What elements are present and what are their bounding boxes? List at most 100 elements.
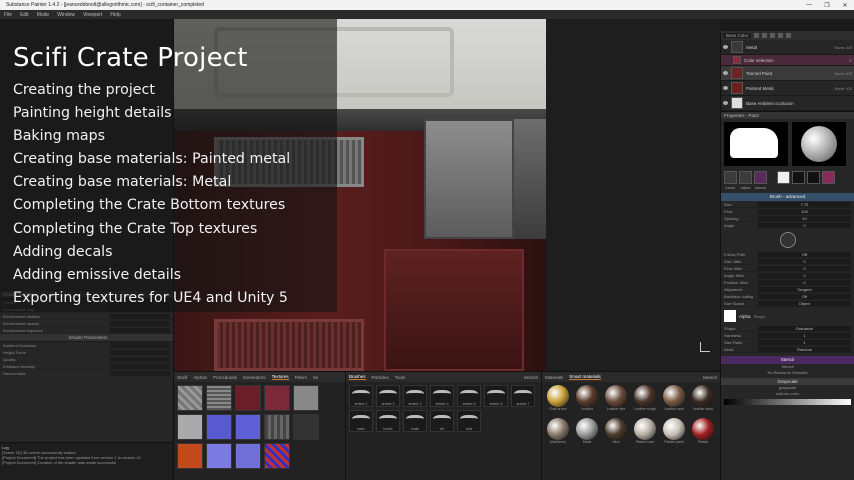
tab-alphas[interactable]: Alphas (193, 375, 207, 380)
tab-generators[interactable]: Generators (243, 375, 266, 380)
hardness-row[interactable]: Hardness 1 (721, 332, 854, 339)
grayscale-slider[interactable] (724, 399, 851, 405)
menu-window[interactable]: Window (57, 12, 75, 18)
brush-tile[interactable]: artistic 3 (403, 385, 427, 407)
follow-path-row[interactable]: Follow Path Off (721, 251, 854, 258)
layer-item[interactable]: Painted Metal Norm 100 (721, 81, 854, 96)
brush-angle-row[interactable]: Angle 0 (721, 222, 854, 229)
chapter-item[interactable]: Completing the Crate Top textures (13, 218, 333, 241)
alpha-slot-icon[interactable] (739, 170, 752, 184)
angle-dial[interactable] (721, 229, 854, 251)
tab-tools[interactable]: Tools (395, 375, 406, 380)
menu-help[interactable]: Help (110, 12, 120, 18)
menu-mode[interactable]: Mode (37, 12, 50, 18)
tab-shelf[interactable]: Shelf (177, 375, 187, 380)
material-tile[interactable]: Leather fine (603, 385, 629, 415)
eye-icon[interactable] (723, 71, 728, 75)
shader-parameters-header[interactable]: Shader Parameters (0, 334, 173, 342)
menu-file[interactable]: File (4, 12, 12, 18)
channel-slot-icon[interactable] (792, 170, 805, 184)
texture-tile[interactable] (264, 414, 290, 440)
texture-tile[interactable] (206, 414, 232, 440)
menu-viewport[interactable]: Viewport (83, 12, 102, 18)
material-tile[interactable]: Leather worn (690, 385, 716, 415)
brush-flow-row[interactable]: Flow 100 (721, 208, 854, 215)
chapter-item[interactable]: Creating the project (13, 79, 333, 102)
material-tile[interactable]: Machinery (545, 418, 571, 448)
brush-search-input[interactable]: Search (524, 375, 538, 380)
material-tile[interactable]: Leather seat (661, 385, 687, 415)
add-fill-layer-icon[interactable] (762, 33, 768, 38)
texture-tile[interactable] (293, 414, 319, 440)
material-tile[interactable]: Plastic (690, 418, 716, 448)
layer-item[interactable]: Base Ambient occlusion (721, 96, 854, 111)
alignment-row[interactable]: Alignment Tangent (721, 286, 854, 293)
quality-row[interactable]: Quality (0, 356, 173, 363)
tab-materials[interactable]: Materials (545, 375, 563, 380)
height-force-row[interactable]: Height Force (0, 349, 173, 356)
chapter-item[interactable]: Creating base materials: Painted metal (13, 148, 333, 171)
brush-advanced-header[interactable]: Brush - advanced (721, 193, 854, 201)
texture-tile[interactable] (235, 385, 261, 411)
tab-textures[interactable]: Textures (271, 374, 289, 380)
tab-filters[interactable]: Filters (295, 375, 307, 380)
close-icon[interactable]: ✕ (836, 2, 854, 9)
brush-tile[interactable]: artistic 2 (376, 385, 400, 407)
stencil-header[interactable]: Stencil (721, 356, 854, 364)
texture-tile[interactable] (177, 385, 203, 411)
texture-tile[interactable] (264, 443, 290, 469)
brush-size-row[interactable]: Size 7.75 (721, 201, 854, 208)
chapter-item[interactable]: Creating base materials: Metal (13, 171, 333, 194)
brush-slot-icon[interactable] (724, 170, 737, 184)
tab-procedurals[interactable]: Procedurals (213, 375, 237, 380)
texture-tile[interactable] (264, 385, 290, 411)
size-ratio-row[interactable]: Size Ratio 1 (721, 339, 854, 346)
layer-item[interactable]: Metal Norm 100 (721, 40, 854, 55)
size-space-row[interactable]: Size Space Object (721, 300, 854, 307)
brush-tile[interactable]: artistic 7 (511, 385, 535, 407)
brush-tile[interactable]: artistic 5 (457, 385, 481, 407)
chapter-item[interactable]: Adding decals (13, 241, 333, 264)
material-slot-icon[interactable] (777, 170, 790, 184)
angle-jitter-row[interactable]: Angle Jitter 0 (721, 272, 854, 279)
material-search-input[interactable]: Search (703, 375, 717, 380)
chapter-item[interactable]: Completing the Crate Bottom textures (13, 194, 333, 217)
layer-item[interactable]: Color selection ✕ (721, 55, 854, 66)
seed-row[interactable]: Seed Random (721, 346, 854, 353)
brush-tile[interactable]: dots (457, 410, 481, 432)
channel-slot-icon[interactable] (822, 170, 835, 184)
chapter-item[interactable]: Baking maps (13, 125, 333, 148)
size-jitter-row[interactable]: Size Jitter 0 (721, 258, 854, 265)
emissive-row[interactable]: Emissive intensity (0, 363, 173, 370)
material-tile[interactable]: Plaster paint (661, 418, 687, 448)
brush-spacing-row[interactable]: Spacing 10 (721, 215, 854, 222)
material-tile[interactable]: Plaster bare (632, 418, 658, 448)
stencil-slot-icon[interactable] (754, 170, 767, 184)
flow-jitter-row[interactable]: Flow Jitter 0 (721, 265, 854, 272)
material-tile[interactable]: Leather (574, 385, 600, 415)
eye-icon[interactable] (723, 86, 728, 90)
maximize-icon[interactable]: ❐ (818, 2, 836, 9)
delete-layer-icon[interactable] (786, 33, 792, 38)
tab-smart-materials[interactable]: Smart materials (569, 374, 601, 380)
texture-tile[interactable] (206, 443, 232, 469)
brush-tile[interactable]: dirt (430, 410, 454, 432)
texture-tile[interactable] (177, 443, 203, 469)
viewport-2d-area[interactable] (546, 19, 720, 371)
brush-tile[interactable]: basic (349, 410, 373, 432)
chapter-item[interactable]: Adding emissive details (13, 264, 333, 287)
add-layer-icon[interactable] (754, 33, 760, 38)
shape-row[interactable]: Shape Gradation (721, 325, 854, 332)
eye-icon[interactable] (723, 101, 728, 105)
horizon-fade-row[interactable]: Horizon fade (0, 370, 173, 377)
grayscale-header[interactable]: Grayscale (721, 378, 854, 385)
ao-row[interactable]: Ambient Occlusion (0, 342, 173, 349)
backface-culling-row[interactable]: Backface culling Off (721, 293, 854, 300)
brush-tile[interactable]: chalk (403, 410, 427, 432)
material-tile[interactable]: Mud (603, 418, 629, 448)
brush-tile[interactable]: artistic 6 (484, 385, 508, 407)
tab-brushes[interactable]: Brushes (349, 374, 366, 380)
minimize-icon[interactable]: — (800, 2, 818, 8)
close-icon[interactable]: ✕ (849, 58, 852, 63)
channel-select[interactable]: Base Color (723, 33, 752, 38)
